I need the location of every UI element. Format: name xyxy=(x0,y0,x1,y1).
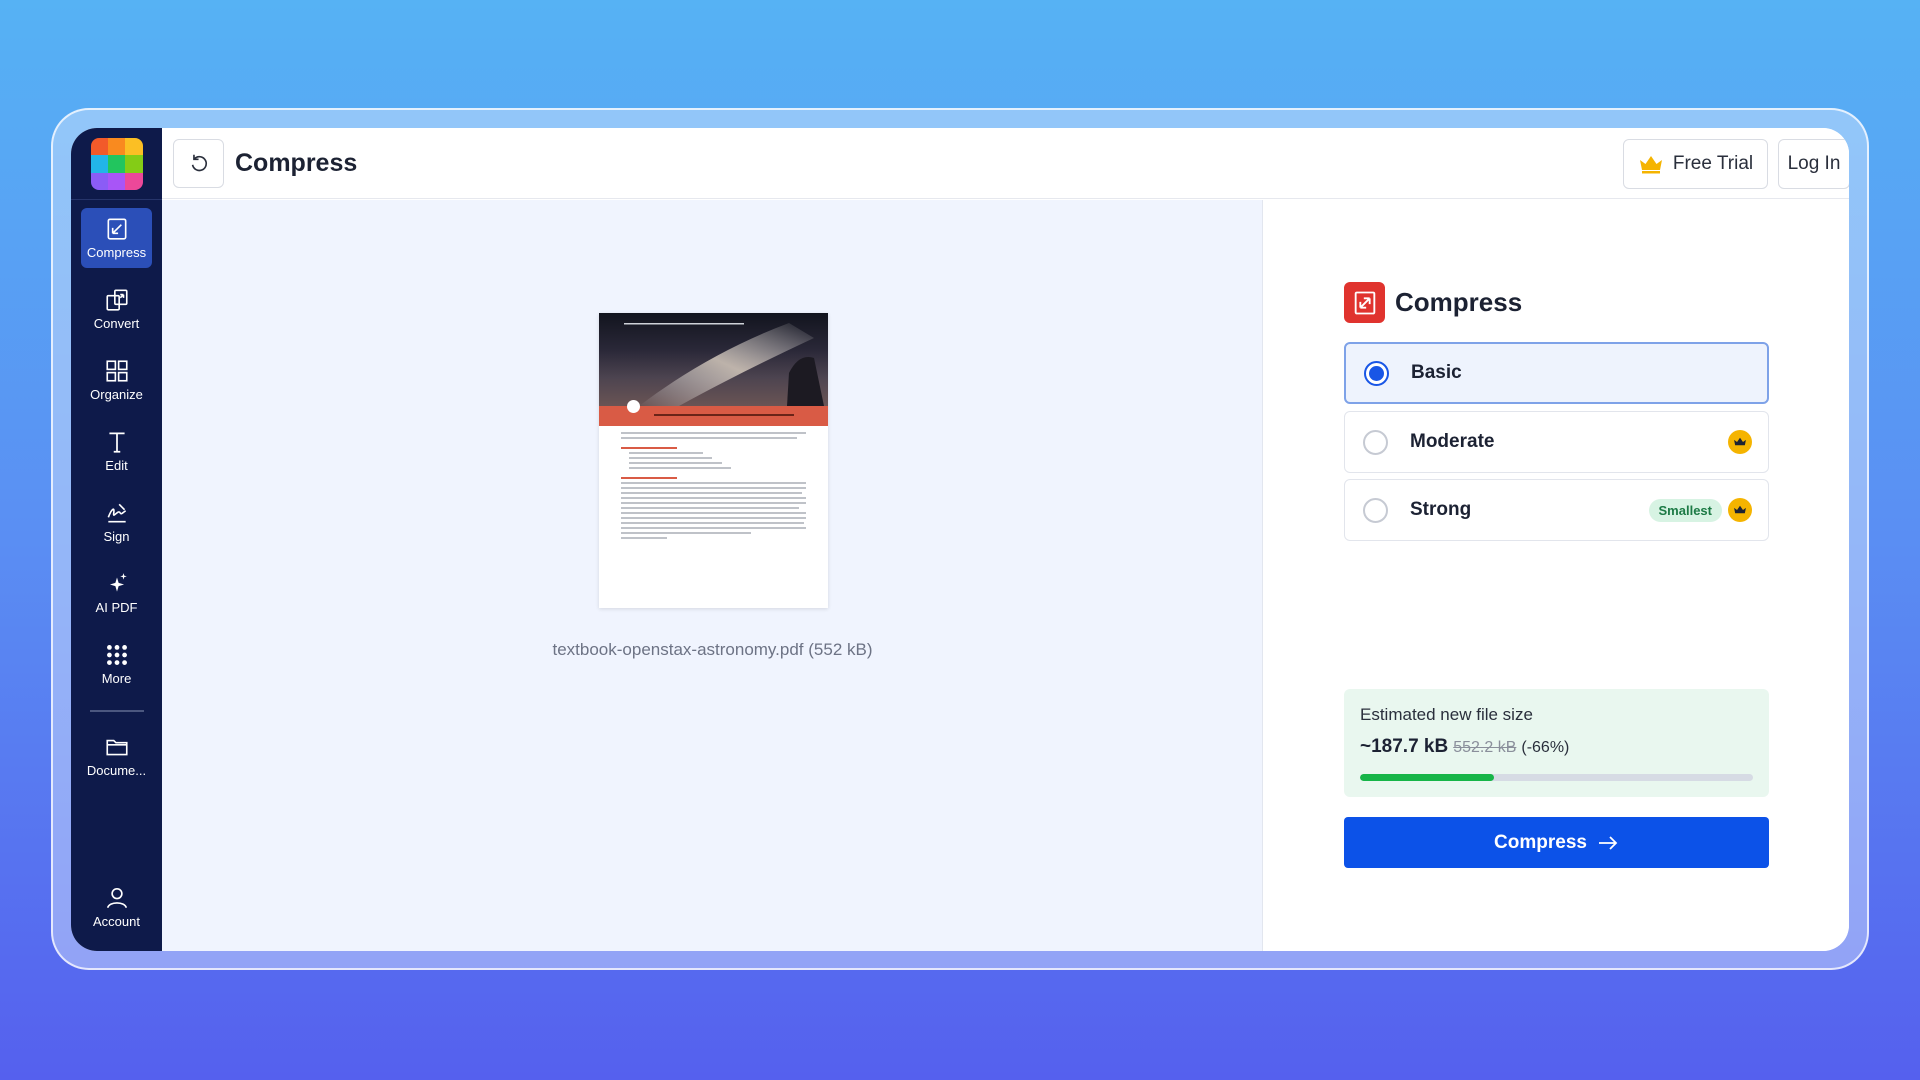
size-change: (-66%) xyxy=(1521,739,1570,756)
folder-icon xyxy=(105,739,128,756)
compress-button-label: Compress xyxy=(1494,831,1587,853)
sidebar-item-label: Docume... xyxy=(86,763,147,778)
compress-button[interactable]: Compress xyxy=(1344,817,1769,868)
content: textbook-openstax-astronomy.pdf (552 kB)… xyxy=(162,200,1849,951)
edit-icon xyxy=(108,432,125,453)
logo-tile xyxy=(90,138,108,156)
panel-title: Compress xyxy=(1395,287,1523,317)
crown-icon xyxy=(1639,156,1662,174)
undo-icon xyxy=(191,154,207,172)
sparkle-icon xyxy=(109,573,127,592)
premium-crown-icon xyxy=(1728,498,1752,522)
radio-basic[interactable] xyxy=(1364,360,1389,386)
back-button[interactable] xyxy=(173,138,224,188)
convert-icon xyxy=(105,289,128,311)
sidebar-item-label: AI PDF xyxy=(95,600,138,615)
login-label: Log In xyxy=(1787,153,1841,174)
main-area: Compress Free Trial Log In textbook-open… xyxy=(162,128,1849,951)
sidebar-item-label: Edit xyxy=(105,458,128,473)
logo-tile xyxy=(125,155,143,173)
estimate-progress-fill xyxy=(1360,774,1494,781)
compress-panel: Compress Basic Moderate Strong Smallest … xyxy=(1263,200,1849,951)
free-trial-label: Free Trial xyxy=(1672,153,1754,174)
logo-tile xyxy=(125,172,143,190)
app-window: Compress Convert Organize Edit Sign AI P… xyxy=(71,128,1849,951)
free-trial-button[interactable]: Free Trial xyxy=(1623,139,1768,189)
estimated-size: ~187.7 kB xyxy=(1360,736,1449,757)
app-logo-icon[interactable] xyxy=(90,138,143,190)
sidebar-item-sign[interactable]: Sign xyxy=(81,492,152,552)
option-badges xyxy=(1728,430,1752,454)
pdf-text-lines xyxy=(599,426,828,548)
organize-icon xyxy=(105,360,128,382)
sidebar-item-account[interactable]: Account xyxy=(81,877,152,937)
logo-tile xyxy=(125,138,143,156)
sidebar: Compress Convert Organize Edit Sign AI P… xyxy=(71,128,162,951)
option-moderate[interactable]: Moderate xyxy=(1344,411,1769,473)
top-bar: Compress Free Trial Log In xyxy=(162,128,1849,199)
sidebar-item-convert[interactable]: Convert xyxy=(81,279,152,339)
original-size: 552.2 kB xyxy=(1453,739,1517,756)
sidebar-item-label: Account xyxy=(93,914,140,929)
smallest-badge: Smallest xyxy=(1648,498,1722,522)
option-strong[interactable]: Strong Smallest xyxy=(1344,479,1769,541)
option-label: Strong xyxy=(1410,499,1472,520)
option-label: Basic xyxy=(1411,362,1462,383)
pdf-thumbnail[interactable] xyxy=(599,313,828,608)
premium-crown-icon xyxy=(1728,430,1752,454)
user-icon xyxy=(106,887,127,909)
sidebar-item-edit[interactable]: Edit xyxy=(81,421,152,481)
pdf-cover-photo xyxy=(599,313,828,406)
sidebar-item-compress[interactable]: Compress xyxy=(81,208,152,268)
sidebar-item-ai-pdf[interactable]: AI PDF xyxy=(81,563,152,623)
logo-tile xyxy=(90,155,108,173)
arrow-right-icon xyxy=(1598,835,1618,850)
compress-tool-icon xyxy=(1344,282,1385,323)
estimate-box: Estimated new file size ~187.7 kB 552.2 … xyxy=(1344,689,1769,797)
pdf-title-banner xyxy=(599,400,828,426)
preview-area: textbook-openstax-astronomy.pdf (552 kB) xyxy=(162,200,1263,951)
compress-icon xyxy=(107,218,126,240)
estimate-values: ~187.7 kB 552.2 kB (-66%) xyxy=(1360,736,1753,758)
estimate-progress-bar xyxy=(1360,774,1753,781)
estimate-label: Estimated new file size xyxy=(1360,705,1533,724)
logo-tile xyxy=(107,138,126,156)
logo-tile xyxy=(90,172,108,190)
radio-strong[interactable] xyxy=(1363,497,1388,523)
logo-tile xyxy=(107,172,126,190)
sidebar-item-label: Sign xyxy=(103,529,130,544)
page-title: Compress xyxy=(235,148,358,177)
sidebar-item-label: Convert xyxy=(93,316,140,331)
divider xyxy=(71,199,162,200)
sidebar-item-label: More xyxy=(101,671,132,686)
sidebar-item-more[interactable]: More xyxy=(81,634,152,694)
sidebar-divider xyxy=(89,710,144,712)
option-label: Moderate xyxy=(1410,431,1495,452)
milky-way-image xyxy=(624,323,824,406)
login-button[interactable]: Log In xyxy=(1778,139,1849,189)
option-basic[interactable]: Basic xyxy=(1344,342,1769,404)
sidebar-item-documents[interactable]: Docume... xyxy=(81,726,152,786)
logo-tile xyxy=(107,155,126,173)
file-caption: textbook-openstax-astronomy.pdf (552 kB) xyxy=(552,640,873,659)
more-grid-icon xyxy=(106,645,127,665)
sidebar-item-label: Organize xyxy=(90,387,143,402)
sidebar-item-organize[interactable]: Organize xyxy=(81,350,152,410)
sidebar-item-label: Compress xyxy=(86,245,147,260)
radio-moderate[interactable] xyxy=(1363,429,1388,455)
panel-header: Compress xyxy=(1344,282,1522,323)
sign-icon xyxy=(107,503,126,523)
option-badges: Smallest xyxy=(1648,498,1752,522)
